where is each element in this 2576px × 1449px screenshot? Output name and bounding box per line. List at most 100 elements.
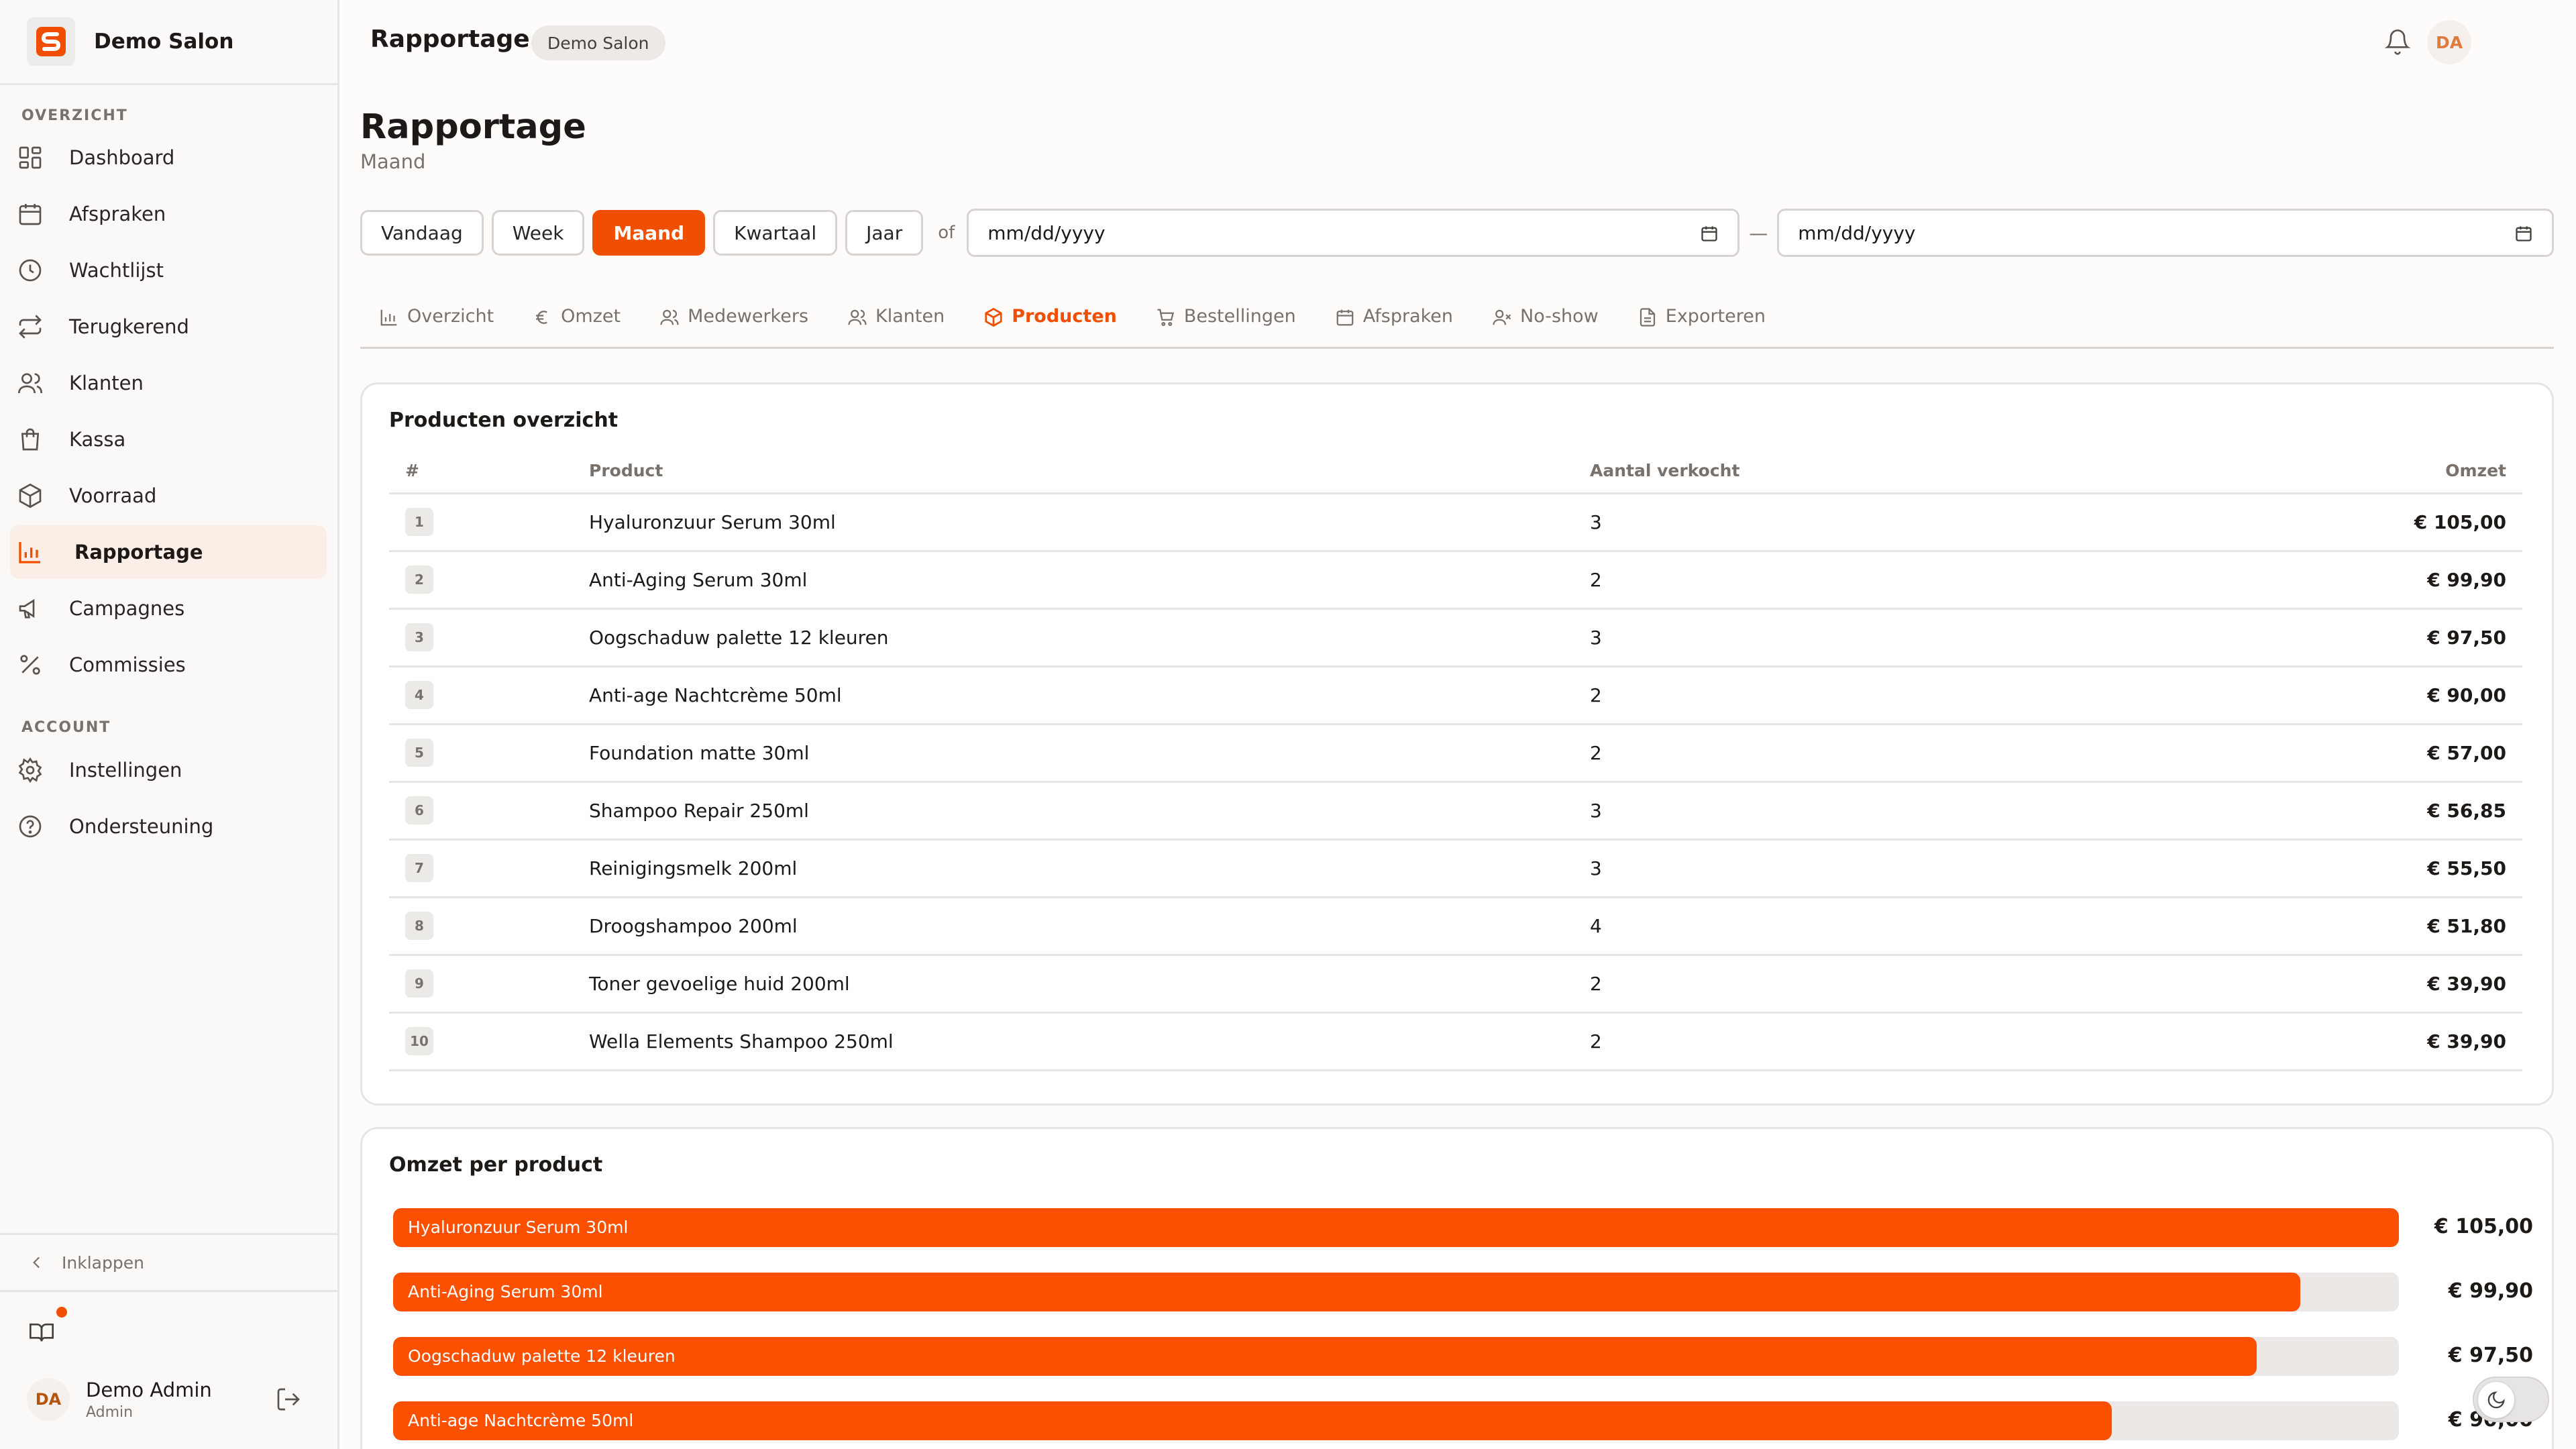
- period-button-week[interactable]: Week: [491, 210, 585, 256]
- dashboard-icon: [19, 146, 42, 169]
- bar-row: Hyaluronzuur Serum 30ml € 105,00: [393, 1208, 2533, 1247]
- sidebar-item-label: Terugkerend: [69, 315, 189, 338]
- period-button-jaar[interactable]: Jaar: [845, 210, 924, 256]
- main-nav: Dashboard Afspraken Wachtlijst Terugkere…: [10, 131, 327, 694]
- sidebar-item-rapportage[interactable]: Rapportage: [10, 525, 327, 579]
- sidebar-item-label: Instellingen: [69, 759, 182, 782]
- logout-icon[interactable]: [275, 1386, 302, 1413]
- sidebar-item-commissies[interactable]: Commissies: [10, 638, 327, 692]
- user-info: Demo Admin Admin: [86, 1379, 212, 1421]
- bar-value: € 97,50: [2448, 1344, 2533, 1367]
- euro-icon: [536, 311, 547, 324]
- bar-fill: [393, 1273, 2301, 1311]
- sidebar-item-wachtlijst[interactable]: Wachtlijst: [10, 244, 327, 297]
- table-row: 9 Toner gevoelige huid 200ml 2 € 39,90: [389, 955, 2522, 1014]
- gear-icon: [18, 757, 42, 784]
- chevron-left-icon: [33, 1256, 40, 1269]
- rank-badge: 10: [405, 1027, 433, 1055]
- theme-toggle[interactable]: [2473, 1377, 2549, 1422]
- package-icon: [985, 307, 1002, 327]
- sidebar-item-label: Dashboard: [69, 146, 175, 169]
- start-date-input[interactable]: mm/dd/yyyy: [967, 209, 1740, 257]
- bell-icon[interactable]: [2384, 28, 2411, 55]
- quantity-sold: 2: [1590, 724, 2194, 783]
- tab-omzet[interactable]: Omzet: [514, 298, 641, 349]
- avatar: DA: [27, 1378, 70, 1421]
- user-profile[interactable]: DA Demo Admin Admin: [27, 1375, 322, 1424]
- tab-medewerkers[interactable]: Medewerkers: [641, 298, 828, 349]
- end-date-input[interactable]: mm/dd/yyyy: [1777, 209, 2554, 257]
- quantity-sold: 3: [1590, 839, 2194, 898]
- period-button-kwartaal[interactable]: Kwartaal: [713, 210, 838, 256]
- top-bar: Rapportage Demo Salon DA: [339, 0, 2576, 85]
- revenue: € 56,85: [2194, 782, 2522, 841]
- revenue: € 99,90: [2194, 551, 2522, 610]
- collapse-sidebar-button[interactable]: Inklappen: [0, 1233, 337, 1292]
- revenue: € 57,00: [2194, 724, 2522, 783]
- bar-label: Oogschaduw palette 12 kleuren: [408, 1346, 676, 1366]
- tab-bestellingen[interactable]: Bestellingen: [1137, 298, 1316, 349]
- sidebar-item-campagnes[interactable]: Campagnes: [10, 582, 327, 635]
- revenue: € 97,50: [2194, 608, 2522, 667]
- rank-badge: 7: [405, 854, 433, 882]
- or-label: of: [938, 223, 955, 243]
- calendar-icon[interactable]: [1700, 224, 1719, 243]
- table-row: 8 Droogshampoo 200ml 4 € 51,80: [389, 897, 2522, 956]
- tab-label: Bestellingen: [1183, 306, 1296, 327]
- revenue: € 55,50: [2194, 839, 2522, 898]
- sidebar-item-klanten[interactable]: Klanten: [10, 356, 327, 410]
- tab-overzicht[interactable]: Overzicht: [360, 298, 514, 349]
- sidebar-item-terugkerend[interactable]: Terugkerend: [10, 300, 327, 354]
- tab-label: Omzet: [561, 306, 621, 327]
- sidebar-item-dashboard[interactable]: Dashboard: [10, 131, 327, 184]
- column-header-rank: #: [389, 449, 589, 494]
- bar-row: Anti-Aging Serum 30ml € 99,90: [393, 1273, 2533, 1311]
- sidebar-item-kassa[interactable]: Kassa: [10, 413, 327, 466]
- quantity-sold: 2: [1590, 551, 2194, 610]
- product-name: Shampoo Repair 250ml: [589, 782, 1590, 841]
- tab-label: Producten: [1012, 306, 1117, 327]
- calendar-icon[interactable]: [2514, 224, 2533, 243]
- sidebar-item-instellingen[interactable]: Instellingen: [10, 743, 327, 797]
- table-row: 10 Wella Elements Shampoo 250ml 2 € 39,9…: [389, 1012, 2522, 1071]
- user-role: Admin: [86, 1403, 133, 1421]
- collapse-label: Inklappen: [62, 1252, 144, 1273]
- sidebar-item-voorraad[interactable]: Voorraad: [10, 469, 327, 523]
- sidebar-item-afspraken[interactable]: Afspraken: [10, 187, 327, 241]
- user-x-icon: [1493, 309, 1511, 325]
- product-name: Hyaluronzuur Serum 30ml: [589, 493, 1590, 552]
- period-filter: Vandaag Week Maand Kwartaal Jaar of mm/d…: [360, 209, 2554, 257]
- brand[interactable]: Demo Salon: [0, 0, 337, 85]
- bar-label: Anti-Aging Serum 30ml: [408, 1282, 603, 1301]
- theme-knob: [2478, 1382, 2514, 1418]
- product-name: Anti-age Nachtcrème 50ml: [589, 666, 1590, 725]
- account-nav: Instellingen Ondersteuning: [10, 743, 327, 856]
- sidebar-item-label: Voorraad: [69, 484, 157, 507]
- rank-badge: 8: [405, 912, 433, 940]
- percent-icon: [20, 655, 40, 675]
- page-subtitle: Maand: [360, 150, 426, 173]
- rank-badge: 1: [405, 508, 433, 536]
- bar-row: Anti-age Nachtcrème 50ml € 90,00: [393, 1401, 2533, 1440]
- brand-logo: [27, 17, 75, 66]
- tab-exporteren[interactable]: Exporteren: [1619, 298, 1786, 349]
- user-avatar-button[interactable]: DA: [2427, 20, 2471, 64]
- top-bar-title: Rapportage: [370, 25, 530, 53]
- book-open-icon[interactable]: [28, 1319, 55, 1346]
- sidebar-item-label: Ondersteuning: [69, 815, 214, 838]
- revenue: € 90,00: [2194, 666, 2522, 725]
- rank-badge: 6: [405, 796, 433, 824]
- tab-klanten[interactable]: Klanten: [828, 298, 965, 349]
- megaphone-icon: [19, 598, 35, 619]
- quantity-sold: 2: [1590, 955, 2194, 1014]
- shopping-bag-icon: [21, 428, 40, 451]
- sidebar-item-ondersteuning[interactable]: Ondersteuning: [10, 800, 327, 853]
- period-button-maand[interactable]: Maand: [592, 210, 706, 256]
- period-button-vandaag[interactable]: Vandaag: [360, 210, 484, 256]
- bar-track: Anti-age Nachtcrème 50ml: [393, 1401, 2399, 1440]
- tab-no-show[interactable]: No-show: [1473, 298, 1619, 349]
- tab-afspraken[interactable]: Afspraken: [1316, 298, 1473, 349]
- quantity-sold: 2: [1590, 666, 2194, 725]
- bar-track: Anti-Aging Serum 30ml: [393, 1273, 2399, 1311]
- tab-producten[interactable]: Producten: [965, 298, 1137, 349]
